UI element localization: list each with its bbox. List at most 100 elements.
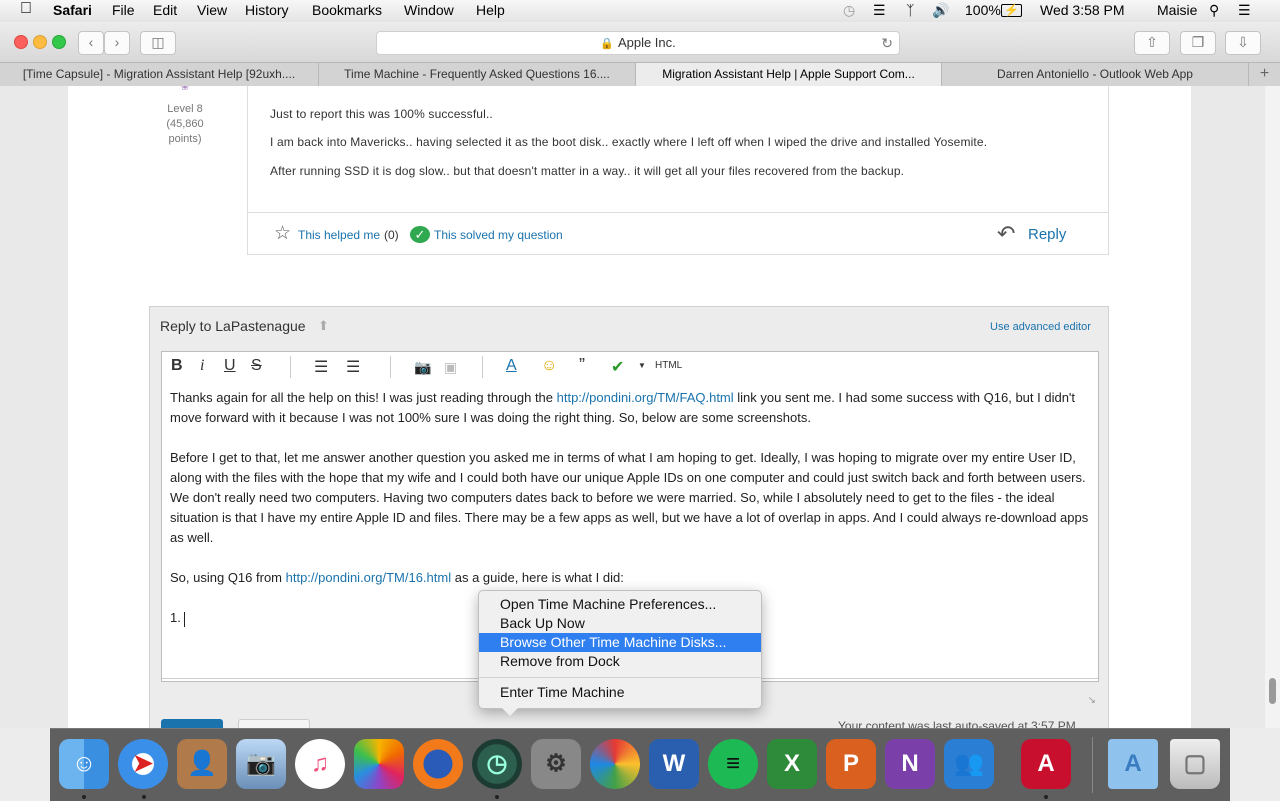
menu-view[interactable]: View (197, 2, 227, 18)
sidebar-icon[interactable]: ◫ (140, 31, 176, 55)
tab-migration-assistant[interactable]: Migration Assistant Help | Apple Support… (636, 63, 942, 86)
solved-link[interactable]: This solved my question (434, 228, 563, 242)
safari-icon[interactable]: ➤ (118, 739, 168, 789)
zoom-window-button[interactable] (52, 35, 66, 49)
downloads-icon[interactable]: ⇩ (1225, 31, 1261, 55)
bulleted-list-icon[interactable]: ☰ (314, 357, 328, 377)
applications-folder-icon[interactable]: A (1108, 739, 1158, 789)
reply-title: Reply to LaPastenague (160, 318, 306, 334)
apple-menu-icon[interactable]:  (20, 0, 32, 18)
acrobat-icon[interactable]: A (1021, 739, 1071, 789)
star-icon[interactable]: ☆ (274, 222, 291, 245)
contacts-icon[interactable]: 👤 (177, 739, 227, 789)
back-button[interactable]: ‹ (78, 31, 104, 55)
finder-icon[interactable]: ☺ (59, 739, 109, 789)
onenote-icon[interactable]: N (885, 739, 935, 789)
spellcheck-icon[interactable]: ✔ (611, 357, 624, 377)
volume-icon[interactable]: 🔊 (932, 2, 949, 19)
menu-enter-time-machine[interactable]: Enter Time Machine (479, 683, 761, 702)
html-button[interactable]: HTML (655, 360, 682, 371)
advanced-editor-link[interactable]: Use advanced editor (990, 321, 1091, 333)
reload-icon[interactable]: ↻ (881, 32, 893, 54)
text-style-icon[interactable]: A (506, 357, 517, 375)
reply-button[interactable]: Reply (1028, 226, 1066, 243)
strikethrough-icon[interactable]: S (251, 357, 262, 375)
tab-time-machine-faq[interactable]: Time Machine - Frequently Asked Question… (319, 63, 636, 86)
system-preferences-icon[interactable]: ⚙ (531, 739, 581, 789)
time-machine-icon[interactable]: ◷ (472, 739, 522, 789)
close-window-button[interactable] (14, 35, 28, 49)
forward-button[interactable]: › (104, 31, 130, 55)
underline-icon[interactable]: U (224, 357, 236, 375)
tab-outlook[interactable]: Darren Antoniello - Outlook Web App (942, 63, 1249, 86)
menu-back-up-now[interactable]: Back Up Now (479, 614, 761, 633)
numbered-list-icon[interactable]: ☰ (346, 357, 360, 377)
reply-arrow-icon[interactable]: ↶ (997, 221, 1015, 247)
resize-handle-icon[interactable]: ↘ (1088, 695, 1096, 706)
clock[interactable]: Wed 3:58 PM (1040, 2, 1125, 18)
italic-icon[interactable]: i (200, 357, 204, 375)
powerpoint-icon[interactable]: P (826, 739, 876, 789)
q16-link[interactable]: http://pondini.org/TM/16.html (286, 570, 451, 585)
spotify-icon[interactable]: ≡ (708, 739, 758, 789)
emoji-icon[interactable]: ☺ (541, 357, 557, 375)
post-reply-button[interactable] (161, 719, 223, 728)
wifi-icon[interactable]: ☰ (873, 2, 886, 19)
faq-link[interactable]: http://pondini.org/TM/FAQ.html (557, 390, 734, 405)
menu-app-name[interactable]: Safari (53, 2, 92, 18)
editor-paragraph-line: We don't really need two computers. Havi… (170, 490, 1055, 505)
tab-bar: [Time Capsule] - Migration Assistant Hel… (0, 62, 1280, 87)
spotlight-icon[interactable]: ⚲ (1209, 2, 1219, 19)
menu-help[interactable]: Help (476, 2, 505, 18)
menu-edit[interactable]: Edit (153, 2, 177, 18)
post-box: Just to report this was 100% successful.… (247, 86, 1109, 255)
dock: ☺ ➤ 👤 📷 ♫ ◷ ⚙ W ≡ X P N 👥 A A ▢ (50, 728, 1230, 801)
spellcheck-dropdown-icon[interactable]: ▼ (638, 361, 646, 370)
jump-icon[interactable]: ⬆ (318, 318, 329, 334)
time-machine-status-icon[interactable]: ◷ (843, 2, 855, 19)
trash-icon[interactable]: ▢ (1170, 739, 1220, 789)
menu-window[interactable]: Window (404, 2, 454, 18)
preview-icon[interactable]: 📷 (236, 739, 286, 789)
menu-history[interactable]: History (245, 2, 289, 18)
itunes-icon[interactable]: ♫ (295, 739, 345, 789)
tabs-overview-icon[interactable]: ❐ (1180, 31, 1216, 55)
excel-icon[interactable]: X (767, 739, 817, 789)
menu-open-tm-preferences[interactable]: Open Time Machine Preferences... (479, 595, 761, 614)
quote-icon[interactable]: ” (579, 355, 585, 376)
share-icon[interactable]: ⇧ (1134, 31, 1170, 55)
battery-icon[interactable]: ⚡ (1001, 4, 1022, 17)
address-bar[interactable]: 🔒 Apple Inc. ↻ (376, 31, 900, 55)
browser-toolbar: ‹ › ◫ 🔒 Apple Inc. ↻ ⇧ ❐ ⇩ (0, 22, 1280, 62)
new-tab-button[interactable]: + (1249, 63, 1280, 86)
menu-separator (479, 677, 761, 678)
page-scrollbar[interactable] (1265, 86, 1280, 728)
post-actions: ☆ This helped me (0) ✓ This solved my qu… (248, 212, 1108, 255)
helped-link[interactable]: This helped me (298, 228, 380, 242)
running-indicator (1044, 795, 1048, 799)
menu-bookmarks[interactable]: Bookmarks (312, 2, 382, 18)
user-name[interactable]: Maisie (1157, 2, 1197, 18)
cancel-reply-button[interactable] (238, 719, 310, 728)
insert-image-icon[interactable]: 📷 (414, 359, 431, 376)
menu-bar:  Safari File Edit View History Bookmark… (0, 0, 1280, 23)
picasa-icon[interactable] (590, 739, 640, 789)
lync-icon[interactable]: 👥 (944, 739, 994, 789)
insert-video-icon[interactable]: ▣ (444, 359, 457, 376)
bluetooth-icon[interactable]: ᛉ (906, 2, 914, 18)
check-icon[interactable]: ✓ (410, 226, 430, 243)
notification-center-icon[interactable]: ☰ (1238, 2, 1251, 19)
editor-paragraph-line: move forward with it because I was not 1… (170, 410, 811, 425)
minimize-window-button[interactable] (33, 35, 47, 49)
word-icon[interactable]: W (649, 739, 699, 789)
menu-browse-other-disks[interactable]: Browse Other Time Machine Disks... (479, 633, 761, 652)
battery-percent[interactable]: 100% (965, 2, 1001, 18)
photos-icon[interactable] (354, 739, 404, 789)
editor-paragraph: So, using Q16 from http://pondini.org/TM… (170, 570, 624, 585)
scrollbar-thumb[interactable] (1269, 678, 1276, 704)
bold-icon[interactable]: B (171, 357, 183, 375)
tab-time-capsule[interactable]: [Time Capsule] - Migration Assistant Hel… (0, 63, 319, 86)
firefox-icon[interactable] (413, 739, 463, 789)
menu-file[interactable]: File (112, 2, 135, 18)
menu-remove-from-dock[interactable]: Remove from Dock (479, 652, 761, 671)
